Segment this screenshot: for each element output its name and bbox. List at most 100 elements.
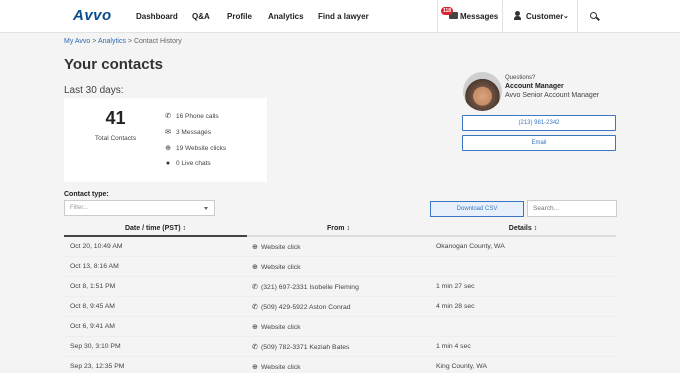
phone-icon: ✆: [165, 113, 171, 120]
contact-type-label: Contact type:: [64, 191, 109, 198]
avvo-logo[interactable]: Avvo: [73, 7, 112, 24]
stat-messages: ✉ 3 Messages: [164, 128, 211, 136]
sort-icon: ↕: [533, 225, 538, 232]
column-header-from-label: From: [327, 225, 345, 232]
stat-messages-text: 3 Messages: [176, 129, 212, 136]
row-details: 1 min 4 sec: [436, 343, 471, 350]
breadcrumb: My Avvo > Analytics > Contact History: [64, 38, 182, 45]
nav-divider: [437, 0, 438, 33]
row-details: 1 min 27 sec: [436, 283, 475, 290]
account-manager-title: Account Manager: [505, 83, 564, 90]
breadcrumb-analytics[interactable]: Analytics: [98, 38, 126, 45]
period-label: Last 30 days:: [64, 85, 124, 96]
call-account-manager-button[interactable]: (213) 981-2342: [462, 115, 616, 131]
globe-icon: ⊕: [165, 145, 171, 152]
row-date: Oct 6, 9:41 AM: [70, 323, 115, 330]
email-account-manager-button[interactable]: Email: [462, 135, 616, 151]
download-csv-button[interactable]: Download CSV: [430, 201, 524, 217]
row-from-text: Website click: [261, 324, 301, 331]
top-nav: Avvo Dashboard Q&A Profile Analytics Fin…: [0, 0, 680, 33]
breadcrumb-separator: >: [92, 38, 97, 45]
row-from-text: (509) 782-3371 Keziah Bates: [261, 344, 350, 351]
column-header-date[interactable]: Date / time (PST) ↕: [64, 222, 247, 236]
stat-phone-calls: ✆ 16 Phone calls: [164, 112, 219, 120]
stat-live-chats-text: 0 Live chats: [176, 160, 211, 167]
stat-live-chats: ● 0 Live chats: [164, 160, 211, 167]
breadcrumb-my-avvo[interactable]: My Avvo: [64, 38, 90, 45]
messages-badge: 118: [441, 7, 454, 15]
row-from-text: (321) 697-2331 Isobelle Fleming: [261, 284, 359, 291]
caret-down-icon: [204, 207, 208, 210]
breadcrumb-separator: >: [127, 38, 132, 45]
phone-icon: ✆: [252, 284, 258, 291]
chat-icon: ●: [165, 160, 171, 167]
table-row[interactable]: Oct 8, 9:45 AM ✆ (509) 429-5922 Aston Conr…: [64, 297, 616, 317]
row-from: ⊕ Website click: [252, 263, 301, 271]
nav-find-a-lawyer[interactable]: Find a lawyer: [318, 12, 369, 21]
nav-analytics[interactable]: Analytics: [268, 12, 304, 21]
row-from-text: Website click: [261, 244, 301, 251]
questions-label: Questions?: [505, 75, 536, 81]
nav-profile[interactable]: Profile: [227, 12, 252, 21]
table-row[interactable]: Oct 8, 1:51 PM ✆ (321) 697-2331 Isobelle F…: [64, 277, 616, 297]
search-input[interactable]: [527, 200, 617, 217]
row-from: ✆ (509) 429-5922 Aston Conrad: [252, 303, 351, 311]
row-from: ⊕ Website click: [252, 243, 301, 251]
table-row[interactable]: Oct 20, 10:49 AM ⊕ Website click Okanogan C…: [64, 237, 616, 257]
globe-icon: ⊕: [252, 244, 258, 251]
stat-website-clicks: ⊕ 19 Website clicks: [164, 144, 226, 152]
sort-icon: ↕: [182, 225, 187, 232]
row-date: Oct 8, 1:51 PM: [70, 283, 116, 290]
nav-divider: [502, 0, 503, 33]
sort-icon: ↕: [346, 225, 350, 232]
table-row[interactable]: Oct 6, 9:41 AM ⊕ Website click: [64, 317, 616, 337]
stat-website-clicks-text: 19 Website clicks: [176, 145, 227, 152]
row-from-text: Website click: [261, 264, 301, 271]
contact-type-select[interactable]: Filter...: [64, 200, 215, 216]
phone-icon: ✆: [252, 344, 258, 351]
contacts-summary-card: 41 Total Contacts ✆ 16 Phone calls ✉ 3 Mes…: [64, 98, 267, 182]
nav-divider: [577, 0, 578, 33]
total-contacts-value: 41: [105, 108, 126, 128]
row-from-text: (509) 429-5922 Aston Conrad: [261, 304, 351, 311]
row-details: 4 min 28 sec: [436, 303, 475, 310]
account-manager-subtitle: Avvo Senior Account Manager: [505, 92, 600, 99]
row-from: ✆ (321) 697-2331 Isobelle Fleming: [252, 283, 359, 291]
row-date: Oct 20, 10:49 AM: [70, 243, 123, 250]
row-from: ⊕ Website click: [252, 323, 301, 331]
row-date: Sep 23, 12:35 PM: [70, 363, 125, 370]
column-header-details[interactable]: Details ↕: [430, 222, 616, 236]
row-from-text: Website click: [261, 364, 301, 371]
nav-qa[interactable]: Q&A: [192, 12, 210, 21]
contact-type-placeholder: Filter...: [70, 205, 89, 211]
table-row[interactable]: Oct 13, 8:16 AM ⊕ Website click: [64, 257, 616, 277]
phone-icon: ✆: [252, 304, 258, 311]
envelope-icon: ✉: [165, 129, 171, 136]
user-icon[interactable]: [514, 11, 521, 20]
column-header-date-label: Date / time (PST): [124, 225, 181, 232]
column-header-details-label: Details: [508, 225, 532, 232]
account-manager-avatar: [463, 72, 502, 111]
row-date: Oct 8, 9:45 AM: [70, 303, 115, 310]
nav-customer[interactable]: Customer: [526, 12, 563, 21]
row-date: Sep 30, 3:10 PM: [70, 343, 121, 350]
nav-dashboard[interactable]: Dashboard: [136, 12, 178, 21]
column-header-from[interactable]: From ↕: [247, 222, 430, 236]
chevron-down-icon[interactable]: ⌄: [563, 12, 569, 20]
page-title: Your contacts: [64, 56, 163, 73]
table-row[interactable]: Sep 30, 3:10 PM ✆ (509) 782-3371 Keziah Ba…: [64, 337, 616, 357]
search-icon[interactable]: [590, 12, 597, 19]
globe-icon: ⊕: [252, 364, 258, 371]
row-details: Okanogan County, WA: [436, 243, 505, 250]
row-date: Oct 13, 8:16 AM: [70, 263, 119, 270]
total-contacts-label: Total Contacts: [94, 135, 137, 142]
stat-phone-calls-text: 16 Phone calls: [176, 113, 219, 120]
row-from: ⊕ Website click: [252, 363, 301, 371]
row-from: ✆ (509) 782-3371 Keziah Bates: [252, 343, 349, 351]
nav-messages[interactable]: Messages: [460, 12, 498, 21]
table-row[interactable]: Sep 23, 12:35 PM ⊕ Website click King Count…: [64, 357, 616, 373]
globe-icon: ⊕: [252, 264, 258, 271]
row-details: King County, WA: [436, 363, 487, 370]
breadcrumb-current: Contact History: [133, 38, 182, 45]
globe-icon: ⊕: [252, 324, 258, 331]
